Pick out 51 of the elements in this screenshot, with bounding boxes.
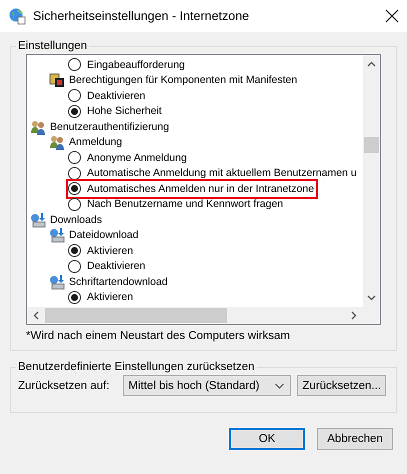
group-label: Anmeldung	[69, 136, 122, 148]
chevron-icon	[275, 382, 284, 388]
download-icon	[49, 274, 65, 290]
radio-button[interactable]	[68, 166, 81, 180]
scroll-left-icon[interactable]	[33, 311, 39, 320]
component-icon	[49, 72, 65, 88]
group-title: Einstellungen	[17, 40, 88, 52]
group-label: Downloads	[50, 214, 102, 226]
users-icon	[30, 118, 46, 135]
group-label: Schriftartendownload	[69, 276, 168, 288]
option-label: Aktivieren	[87, 244, 134, 257]
restart-note: *Wird nach einem Neustart des Computers wirksam	[26, 330, 291, 342]
scroll-thumb[interactable]	[45, 308, 227, 323]
users-icon	[49, 134, 65, 150]
option-label: Deaktivieren	[87, 260, 146, 272]
radio-button[interactable]	[68, 89, 81, 102]
option-label: Hohe Sicherheit	[87, 105, 162, 118]
scroll-up-icon[interactable]	[367, 61, 376, 67]
option-label: Automatisches Anmelden nur in der Intranetzone	[87, 182, 314, 195]
group-label: Benutzerauthentifizierung	[50, 120, 170, 133]
download-icon	[49, 227, 65, 244]
radio-button[interactable]	[68, 182, 81, 196]
radio-button[interactable]	[68, 244, 81, 258]
reset-label: Zurücksetzen auf:	[18, 380, 110, 392]
group-title: Benutzerdefinierte Einstellungen zurücksetzen	[17, 361, 256, 373]
window-title: Sicherheitseinstellungen - Internetzone	[33, 9, 250, 23]
scroll-down-icon[interactable]	[367, 295, 376, 301]
radio-button[interactable]	[68, 104, 81, 118]
level-dropdown[interactable]: Mittel bis hoch (Standard)	[123, 375, 292, 396]
group-label: Berechtigungen für Komponenten mit Manifesten	[69, 74, 298, 86]
radio-button[interactable]	[68, 260, 81, 273]
globe-icon	[9, 8, 26, 24]
download-icon	[30, 212, 46, 228]
option-label: Aktivieren	[87, 291, 134, 304]
radio-button[interactable]	[68, 58, 81, 72]
ok-button[interactable]: OK	[229, 428, 305, 450]
horizontal-scrollbar[interactable]	[27, 307, 380, 324]
option-label: Deaktivieren	[87, 90, 146, 102]
option-label: Eingabeaufforderung	[87, 58, 185, 71]
scroll-thumb[interactable]	[364, 137, 379, 153]
cancel-button[interactable]: Abbrechen	[317, 428, 393, 450]
radio-button[interactable]	[68, 290, 81, 304]
reset-button[interactable]: Zurücksetzen...	[297, 375, 386, 396]
option-label: Automatische Anmeldung mit aktuellem Benutzernamen u	[87, 167, 357, 180]
scroll-right-icon[interactable]	[351, 311, 357, 320]
group-label: Dateidownload	[69, 229, 138, 242]
option-label: Anonyme Anmeldung	[87, 152, 187, 164]
close-icon[interactable]	[385, 9, 399, 23]
vertical-scrollbar[interactable]	[363, 55, 380, 307]
radio-button[interactable]	[68, 151, 81, 164]
option-label: Nach Benutzername und Kennwort fragen	[87, 198, 284, 210]
